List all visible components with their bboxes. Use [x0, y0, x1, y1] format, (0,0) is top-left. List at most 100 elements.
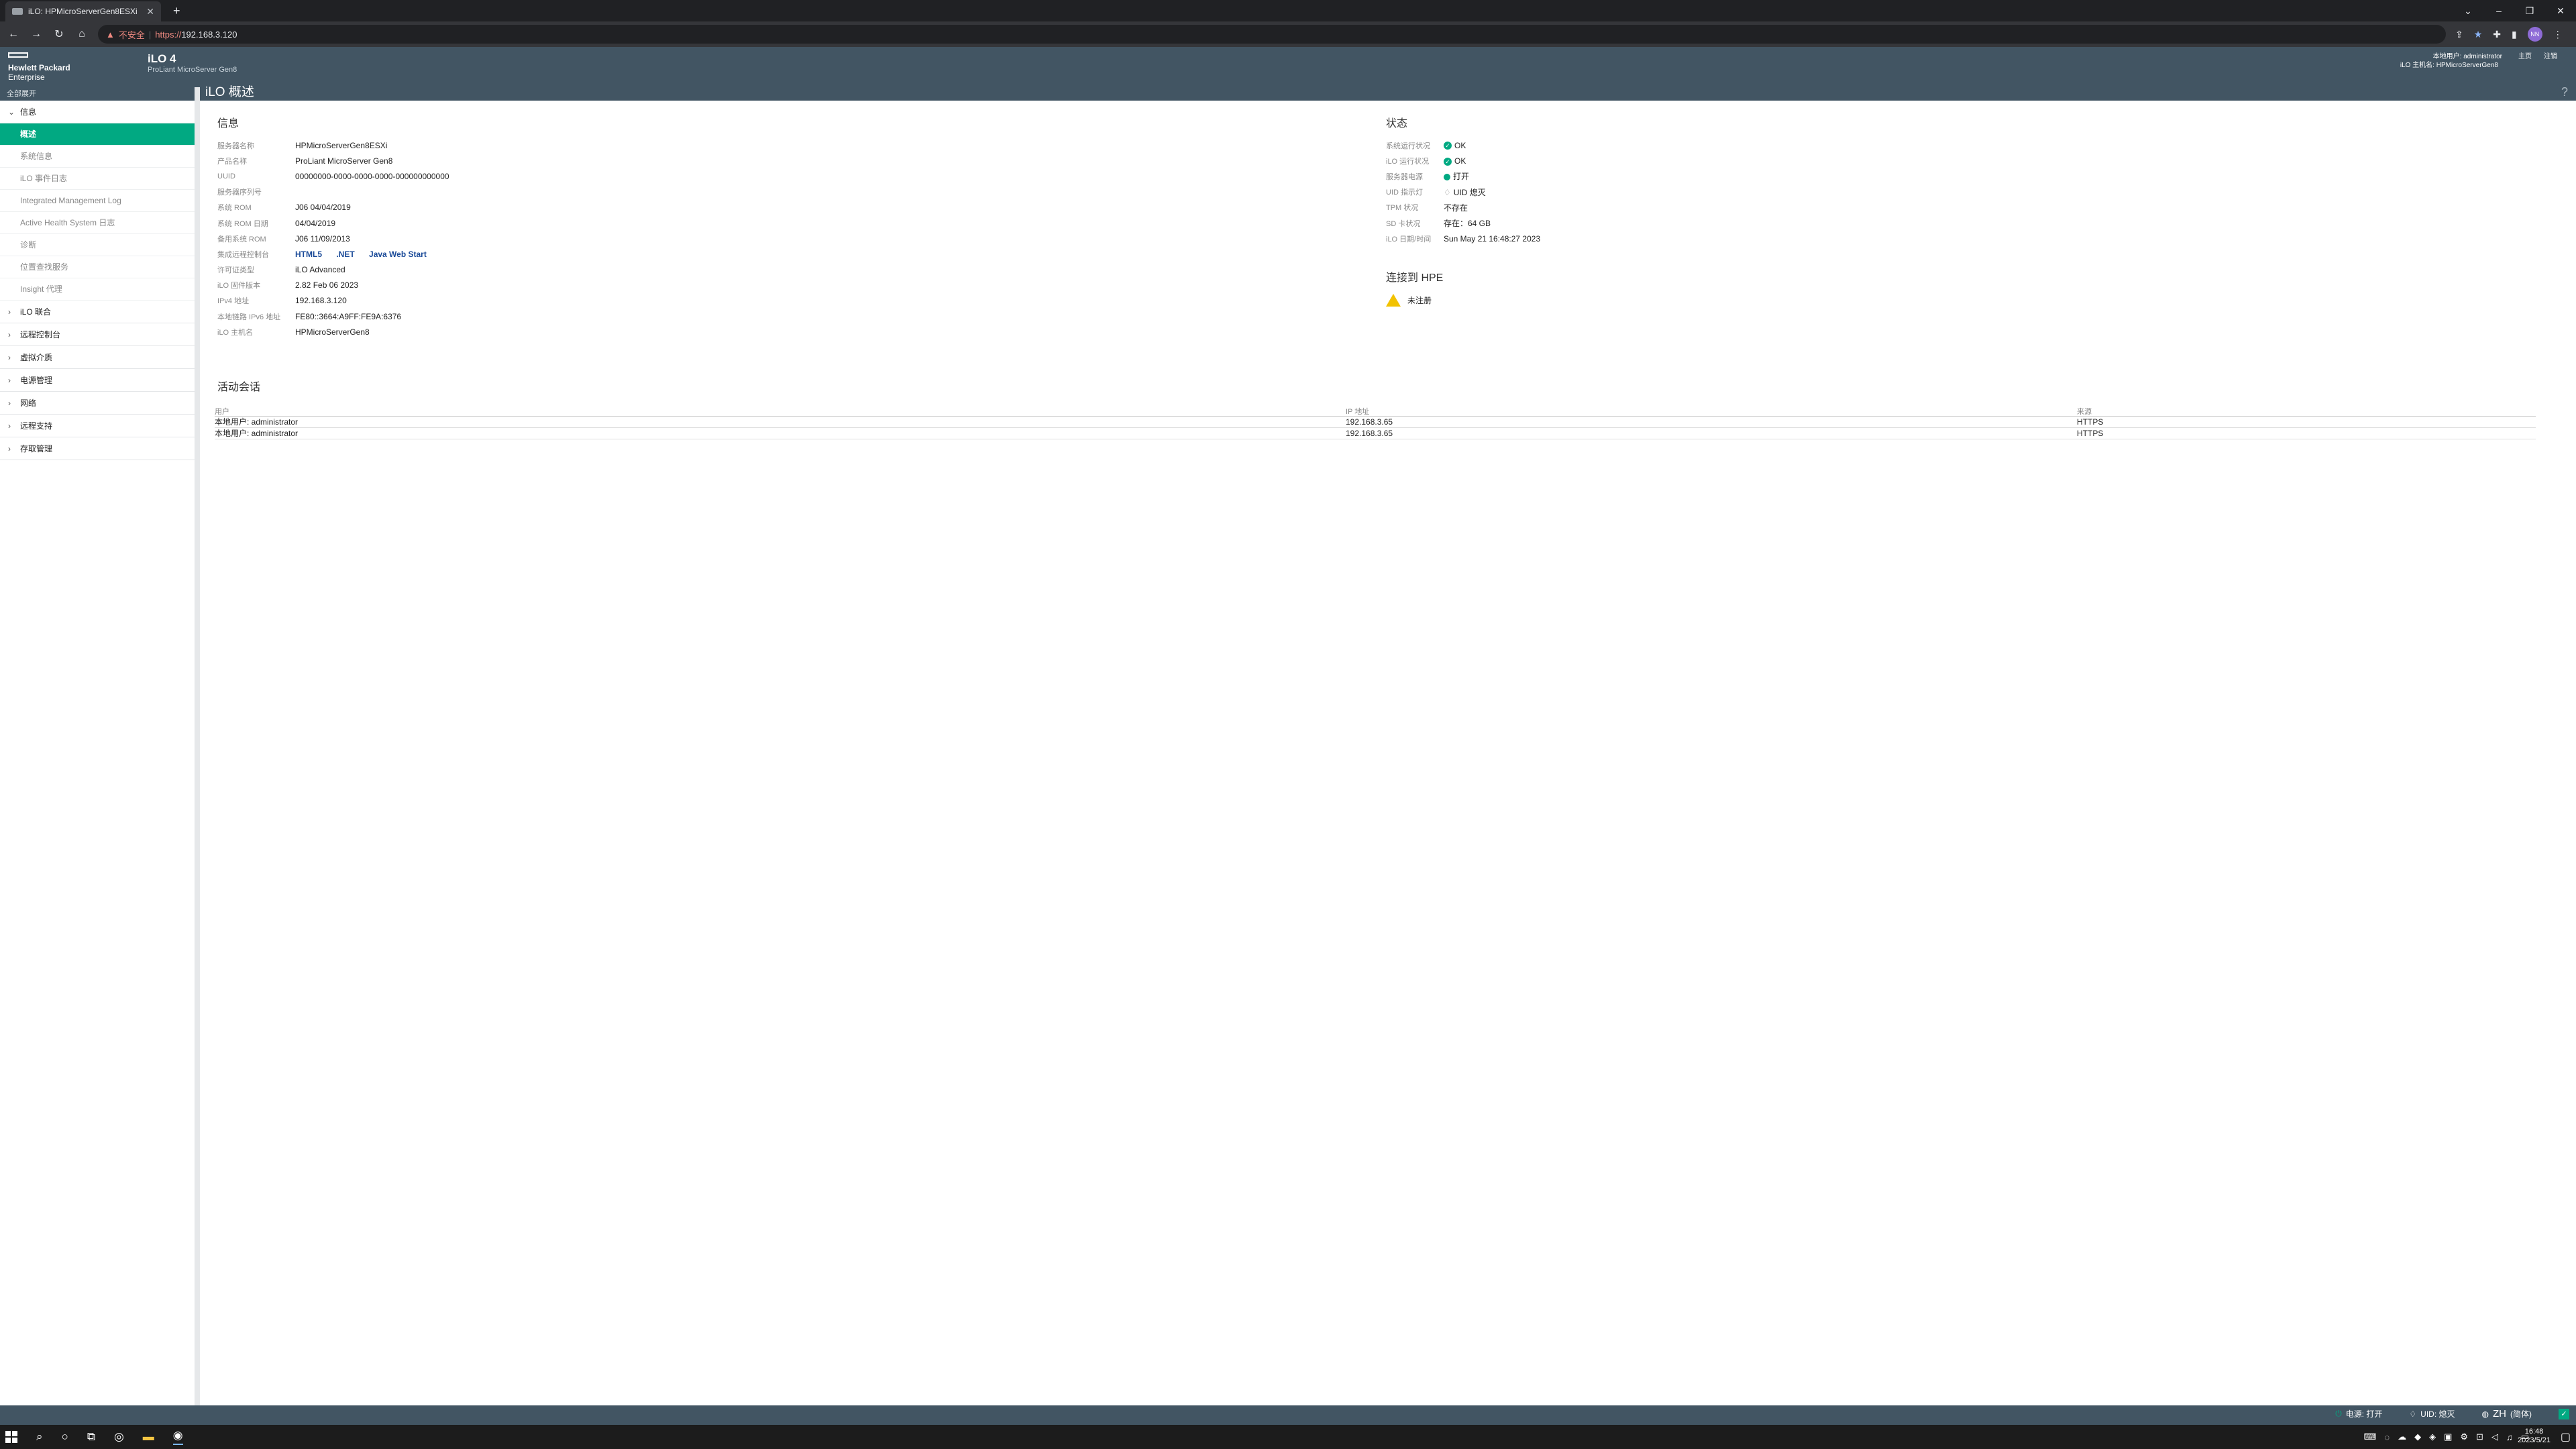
app-icon[interactable]: ◎ — [114, 1430, 124, 1444]
profile-avatar[interactable]: NN — [2527, 27, 2542, 42]
restore-icon[interactable]: ❐ — [2514, 0, 2545, 21]
menu-icon[interactable]: ⋮ — [2553, 29, 2563, 40]
sidebar-item-ilo-event-log[interactable]: iLO 事件日志 — [0, 168, 195, 190]
sidebar-item-iml[interactable]: Integrated Management Log — [0, 190, 195, 212]
sidebar-group-access-management[interactable]: › 存取管理 — [0, 437, 195, 460]
chrome-icon[interactable]: ◉ — [172, 1429, 183, 1445]
ilo-hostname: iLO 主机名: HPMicroServerGen8 — [2400, 62, 2498, 69]
ipv6-address: FE80::3664:A9FF:FE9A:6376 — [295, 311, 402, 321]
sidebar-item-system-info[interactable]: 系统信息 — [0, 146, 195, 168]
sidebar-group-remote-console[interactable]: › 远程控制台 — [0, 323, 195, 346]
product-title: iLO 4 ProLiant MicroServer Gen8 — [148, 52, 237, 74]
sidebar-group-network[interactable]: › 网络 — [0, 392, 195, 415]
home-icon[interactable]: ⌂ — [75, 28, 89, 40]
tray-app-icon[interactable]: ◈ — [2429, 1432, 2436, 1442]
firmware-version: 2.82 Feb 06 2023 — [295, 280, 359, 290]
close-tab-icon[interactable]: ✕ — [146, 6, 154, 17]
tab-title: iLO: HPMicroServerGen8ESXi — [28, 7, 138, 16]
back-icon[interactable]: ← — [7, 28, 20, 40]
product-name: ProLiant MicroServer Gen8 — [295, 156, 393, 166]
status-table: 系统运行状况 ✓ OK iLO 运行状况 ✓ OK 服务器电源 打开 UID 指示灯 ♢ UI… — [1386, 140, 1541, 244]
close-window-icon[interactable]: ✕ — [2545, 0, 2576, 21]
task-view-icon[interactable]: ⧉ — [87, 1430, 95, 1444]
search-icon[interactable]: ⌕ — [36, 1430, 43, 1444]
warning-icon: ▲ — [106, 29, 115, 40]
notification-icon[interactable]: ▢ — [2561, 1430, 2571, 1444]
sidepanel-icon[interactable]: ▮ — [2512, 29, 2517, 40]
network-icon[interactable]: ⊡ — [2476, 1432, 2483, 1442]
page-title: iLO 概述 ? — [200, 84, 2576, 101]
volume-icon[interactable]: ◁ — [2491, 1432, 2498, 1442]
local-user: 本地用户: administrator — [2432, 53, 2502, 60]
sidebar-item-diagnostics[interactable]: 诊断 — [0, 234, 195, 256]
microphone-icon[interactable]: ♫ — [2506, 1432, 2513, 1442]
forward-icon[interactable]: → — [30, 28, 43, 40]
expand-all-link[interactable]: 全部展开 — [0, 87, 195, 101]
ilo-hostname-value: HPMicroServerGen8 — [295, 327, 370, 337]
browser-tabstrip: iLO: HPMicroServerGen8ESXi ✕ + ⌄ – ❐ ✕ — [0, 0, 2576, 21]
sidebar-group-power[interactable]: › 电源管理 — [0, 369, 195, 392]
sidebar-group-info[interactable]: ⌄ 信息 — [0, 101, 195, 123]
sessions-heading: 活动会话 — [217, 382, 261, 393]
col-user: 用户 — [215, 406, 1346, 417]
sidebar-item-insight-agent[interactable]: Insight 代理 — [0, 278, 195, 301]
sidebar-group-virtual-media[interactable]: › 虚拟介质 — [0, 346, 195, 369]
power-icon: ⏻ — [2335, 1409, 2342, 1418]
chevron-right-icon: › — [8, 444, 11, 453]
chevron-right-icon: › — [8, 330, 11, 339]
ok-check-icon: ✓ — [1444, 142, 1452, 150]
extensions-icon[interactable]: ✚ — [2493, 29, 2501, 40]
language-selector[interactable]: ◍ ZH (简体) — [2482, 1408, 2532, 1419]
cortana-icon[interactable]: ○ — [62, 1430, 68, 1444]
help-icon[interactable]: ? — [2561, 84, 2568, 101]
share-icon[interactable]: ⇪ — [2455, 29, 2463, 40]
tray-app-icon[interactable]: ◆ — [2414, 1432, 2421, 1442]
browser-tab[interactable]: iLO: HPMicroServerGen8ESXi ✕ — [5, 1, 161, 21]
windows-start-icon[interactable] — [5, 1431, 17, 1443]
uid-indicator[interactable]: ♢ UID 熄灭 — [1444, 186, 1486, 198]
home-link[interactable]: 主页 — [2518, 52, 2532, 61]
tray-app-icon[interactable]: ▣ — [2444, 1432, 2452, 1442]
col-source: 来源 — [2077, 406, 2536, 417]
ilo-health: ✓ OK — [1444, 156, 1466, 166]
server-power: 打开 — [1444, 170, 1469, 182]
bookmark-star-icon[interactable]: ★ — [2474, 29, 2483, 40]
system-rom-date: 04/04/2019 — [295, 218, 336, 228]
chevron-right-icon: › — [8, 421, 11, 431]
keyboard-icon[interactable]: ⌨ — [2364, 1432, 2377, 1442]
info-heading: 信息 — [217, 118, 239, 129]
reload-icon[interactable]: ↻ — [52, 28, 66, 41]
health-check-icon[interactable]: ✓ — [2559, 1408, 2569, 1419]
toolbar-right: ⇪ ★ ✚ ▮ NN ⋮ — [2455, 27, 2563, 42]
sidebar-item-location-discovery[interactable]: 位置查找服务 — [0, 256, 195, 278]
sidebar-item-overview[interactable]: 概述 — [0, 123, 195, 146]
tray-app-icon[interactable]: ⚙ — [2460, 1432, 2468, 1442]
table-row: 本地用户: administrator — [215, 417, 1346, 428]
clock[interactable]: 16:48 2023/5/21 — [2518, 1428, 2551, 1445]
power-status[interactable]: ⏻ 电源: 打开 — [2335, 1408, 2382, 1419]
file-explorer-icon[interactable]: ▬ — [143, 1430, 154, 1444]
sidebar-item-ahs-log[interactable]: Active Health System 日志 — [0, 212, 195, 234]
tray-app-icon[interactable]: ◌ — [2384, 1432, 2390, 1442]
new-tab-icon[interactable]: + — [173, 4, 180, 18]
chevron-right-icon: › — [8, 307, 11, 317]
sd-card-status: 存在：64 GB — [1444, 219, 1491, 229]
logout-link[interactable]: 注销 — [2544, 52, 2557, 61]
java-console-link[interactable]: Java Web Start — [369, 250, 427, 259]
header-user-info: 本地用户: administrator 主页 注销 iLO 主机名: HPMic… — [2400, 52, 2557, 70]
globe-icon: ◍ — [2481, 1409, 2489, 1419]
sidebar-group-remote-support[interactable]: › 远程支持 — [0, 415, 195, 437]
net-console-link[interactable]: .NET — [336, 250, 354, 259]
minimize-icon[interactable]: – — [2483, 0, 2514, 21]
html5-console-link[interactable]: HTML5 — [295, 250, 322, 259]
sidebar-group-ilo-federation[interactable]: › iLO 联合 — [0, 301, 195, 323]
license-type: iLO Advanced — [295, 265, 345, 275]
hpe-registration[interactable]: 未注册 — [1386, 294, 1432, 307]
system-tray: ⌨ ◌ ☁ ◆ ◈ ▣ ⚙ ⊡ ◁ ♫ ▭ — [2364, 1425, 2529, 1449]
tray-app-icon[interactable]: ☁ — [2398, 1432, 2406, 1442]
chevron-right-icon: › — [8, 353, 11, 362]
tab-search-icon[interactable]: ⌄ — [2453, 0, 2483, 21]
address-bar[interactable]: ▲ 不安全 | https://192.168.3.120 — [98, 25, 2446, 44]
browser-toolbar: ← → ↻ ⌂ ▲ 不安全 | https://192.168.3.120 ⇪ … — [0, 21, 2576, 47]
uid-status[interactable]: ♢ UID: 熄灭 — [2409, 1408, 2455, 1419]
